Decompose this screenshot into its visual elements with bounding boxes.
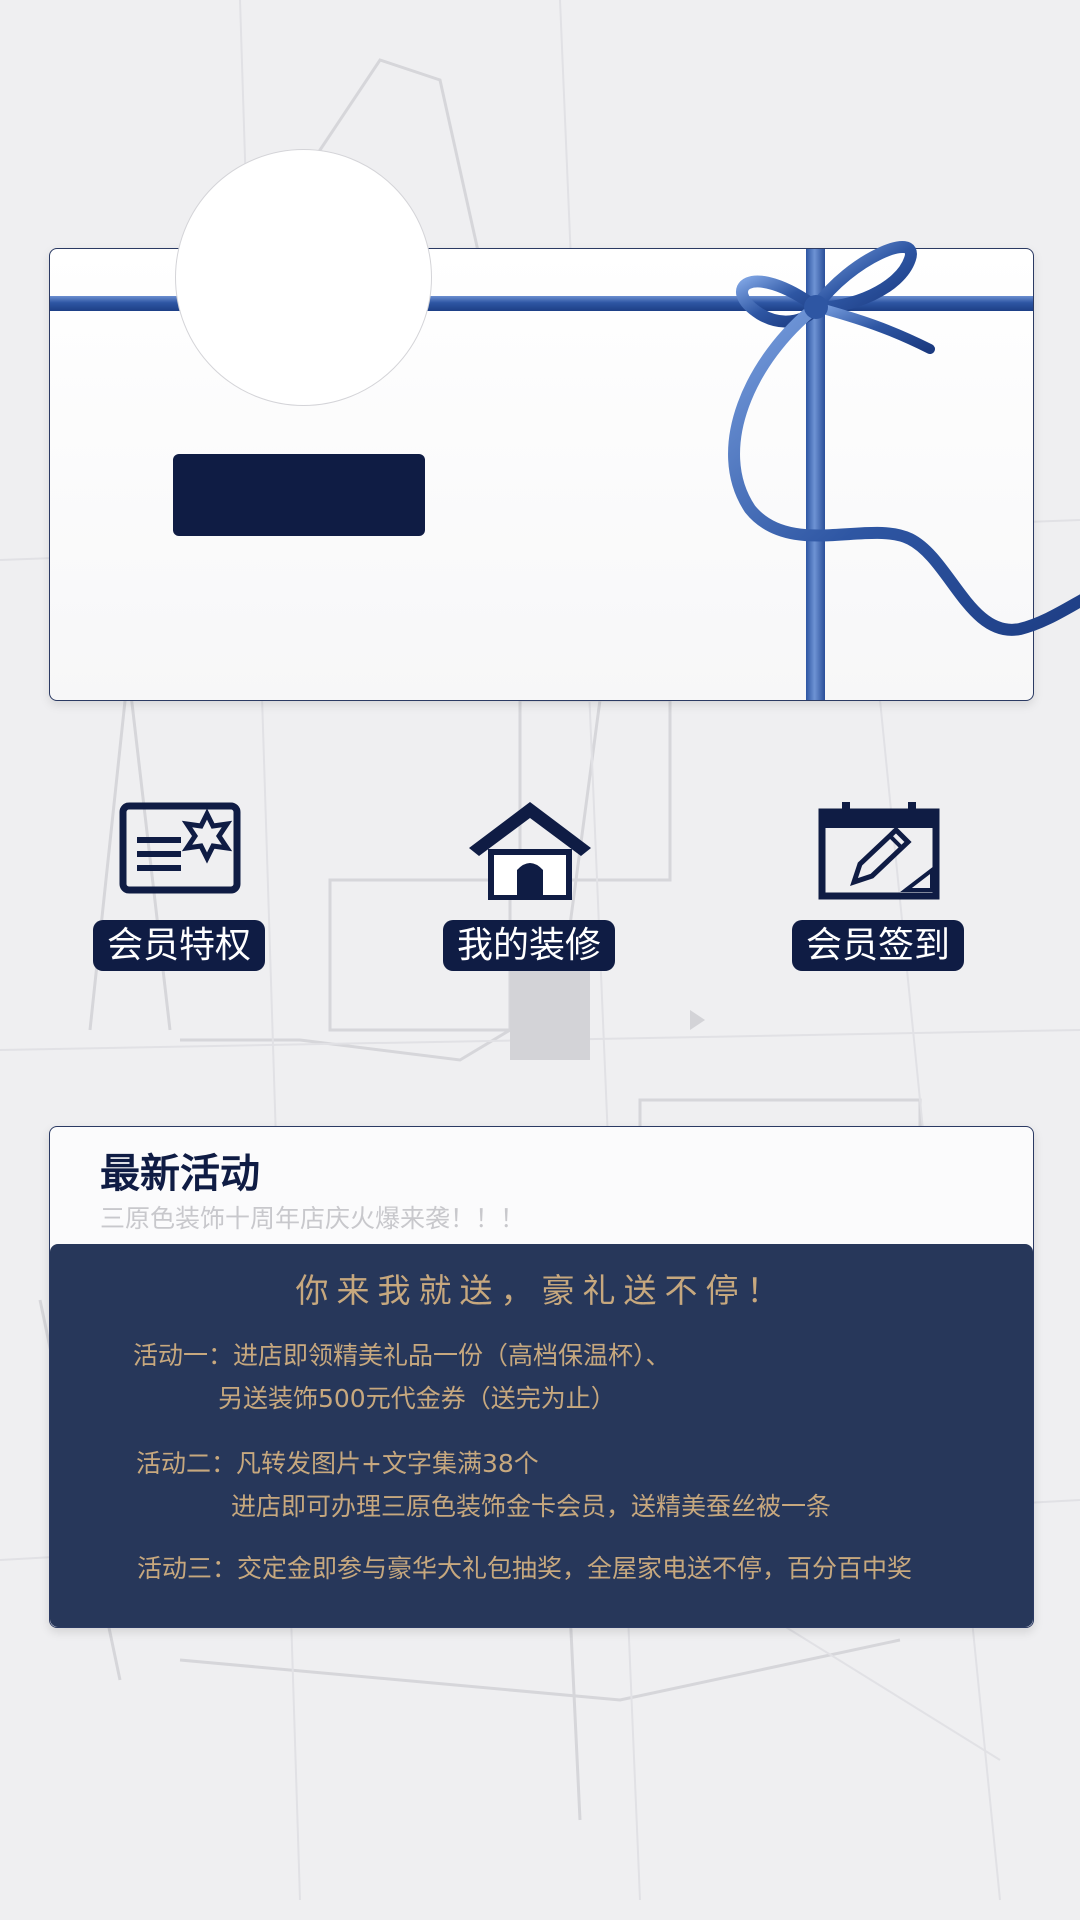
member-privilege-label: 会员特权 (93, 920, 265, 971)
membership-card[interactable] (49, 149, 1080, 701)
news-title: 最新活动 (100, 1151, 260, 1197)
my-decoration-label: 我的装修 (443, 920, 615, 971)
latest-activities-card[interactable]: 最新活动 三原色装饰十周年店庆火爆来袭！！！ 你来我就送，豪礼送不停！ 活动一：… (49, 1126, 1034, 1628)
activity-2-line2: 进店即可办理三原色装饰金卡会员，送精美蚕丝被一条 (231, 1492, 832, 1521)
news-subtitle: 三原色装饰十周年店庆火爆来袭！！！ (100, 1204, 526, 1233)
calendar-sign-icon (818, 802, 940, 900)
avatar[interactable] (175, 149, 432, 406)
member-checkin-label: 会员签到 (792, 920, 964, 971)
house-icon (469, 802, 591, 900)
membership-card-icon (119, 802, 241, 894)
ribbon-bow-icon (728, 241, 1080, 636)
activity-3-line1: 活动三：交定金即参与豪华大礼包抽奖，全屋家电送不停，百分百中奖 (137, 1554, 913, 1583)
activity-1-line1: 活动一：进店即领精美礼品一份（高档保温杯）、 (133, 1341, 671, 1370)
activity-headline: 你来我就送，豪礼送不停！ (295, 1271, 788, 1310)
activity-2-line1: 活动二：凡转发图片+文字集满38个 (136, 1449, 539, 1478)
member-name-plate[interactable] (173, 454, 425, 536)
activity-panel: 你来我就送，豪礼送不停！ 活动一：进店即领精美礼品一份（高档保温杯）、 另送装饰… (50, 1244, 1033, 1627)
my-decoration-button[interactable]: 我的装修 (435, 800, 625, 990)
member-checkin-button[interactable]: 会员签到 (784, 800, 974, 990)
member-privilege-button[interactable]: 会员特权 (85, 800, 275, 990)
activity-1-line2: 另送装饰500元代金券（送完为止） (218, 1384, 616, 1413)
